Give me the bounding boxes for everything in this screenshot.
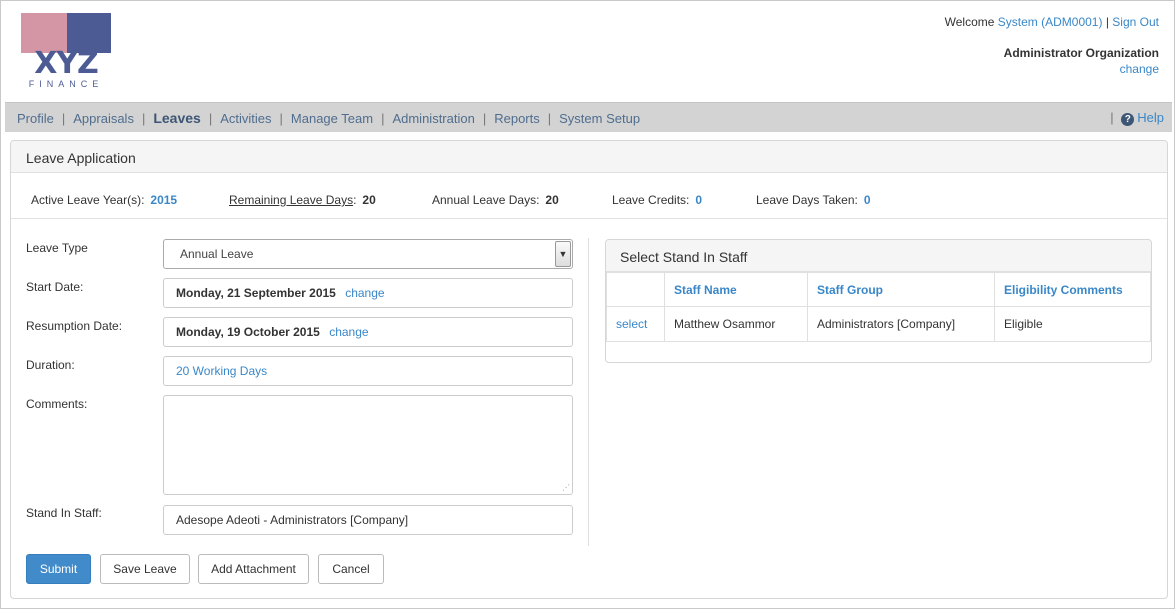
nav-reports[interactable]: Reports <box>494 111 540 126</box>
nav-profile[interactable]: Profile <box>17 111 54 126</box>
leave-stats-bar: Active Leave Year(s): 2015 Remaining Leav… <box>11 173 1167 219</box>
help-link[interactable]: ? Help <box>1121 110 1164 126</box>
start-date-value: Monday, 21 September 2015 <box>176 286 336 300</box>
logo-subtitle: FINANCE <box>28 79 104 89</box>
stat-active-year-value: 2015 <box>150 193 178 207</box>
stand-in-staff-label: Stand In Staff: <box>26 506 102 520</box>
table-header-row: Staff Name Staff Group Eligibility Comme… <box>606 272 1151 307</box>
sign-out-link[interactable]: Sign Out <box>1112 15 1159 29</box>
nav-manage-team[interactable]: Manage Team <box>291 111 373 126</box>
main-navbar: Profile | Appraisals | Leaves | Activities | Man… <box>5 102 1172 132</box>
stat-annual-value: 20 <box>545 193 559 207</box>
user-name-link[interactable]: System (ADM0001) <box>998 15 1103 29</box>
stat-credits-label: Leave Credits: <box>612 193 690 207</box>
nav-administration[interactable]: Administration <box>392 111 474 126</box>
logo-mark: XYZ <box>34 46 99 81</box>
staff-group-cell: Administrators [Company] <box>807 306 995 342</box>
nav-system-setup[interactable]: System Setup <box>559 111 640 126</box>
submit-button[interactable]: Submit <box>26 554 91 584</box>
start-date-field: Monday, 21 September 2015 change <box>163 278 573 308</box>
panel-title: Leave Application <box>11 141 1167 173</box>
staff-name-cell: Matthew Osammor <box>664 306 808 342</box>
help-area: | ? Help <box>1110 110 1164 126</box>
stand-in-staff-panel: Select Stand In Staff Staff Name Staff G… <box>605 239 1152 363</box>
stat-annual: Annual Leave Days: 20 <box>432 193 559 207</box>
select-staff-link[interactable]: select <box>616 317 647 331</box>
nav-activities[interactable]: Activities <box>220 111 271 126</box>
resumption-date-value: Monday, 19 October 2015 <box>176 325 320 339</box>
nav-separator: | <box>61 111 66 126</box>
welcome-text: Welcome <box>944 15 995 29</box>
user-box: Welcome System (ADM0001) | Sign Out Admi… <box>945 14 1159 77</box>
stat-remaining-colon: : <box>353 193 357 207</box>
nav-appraisals[interactable]: Appraisals <box>73 111 134 126</box>
stat-credits-value: 0 <box>695 193 703 207</box>
row-action-cell: select <box>606 306 665 342</box>
stat-taken-label: Leave Days Taken: <box>756 193 858 207</box>
nav-separator: | <box>547 111 552 126</box>
resize-grip-icon[interactable]: ⋰ <box>562 483 570 492</box>
help-separator: | <box>1110 110 1114 125</box>
comments-textarea[interactable] <box>163 395 573 495</box>
stat-taken: Leave Days Taken: 0 <box>756 193 871 207</box>
stat-remaining-label[interactable]: Remaining Leave Days <box>229 193 353 207</box>
stat-active-year: Active Leave Year(s): 2015 <box>31 193 177 207</box>
resumption-date-field: Monday, 19 October 2015 change <box>163 317 573 347</box>
leave-type-value: Annual Leave <box>180 247 254 261</box>
duration-value[interactable]: 20 Working Days <box>176 364 267 378</box>
nav-separator: | <box>381 111 385 126</box>
stand-in-staff-field[interactable]: Adesope Adeoti - Administrators [Company… <box>163 505 573 535</box>
nav-separator: | <box>279 111 283 126</box>
nav-separator: | <box>482 111 487 126</box>
stat-taken-value: 0 <box>863 193 871 207</box>
table-row: select Matthew Osammor Administrators [C… <box>606 306 1151 342</box>
resumption-date-label: Resumption Date: <box>26 319 123 333</box>
stand-in-staff-value: Adesope Adeoti - Administrators [Company… <box>176 513 409 527</box>
leave-type-select[interactable]: Annual Leave ▼ <box>163 239 573 269</box>
stand-in-staff-table: Staff Name Staff Group Eligibility Comme… <box>606 272 1151 342</box>
organization-name: Administrator Organization <box>1003 46 1159 60</box>
column-header-action <box>606 272 665 307</box>
comments-label: Comments: <box>26 397 88 411</box>
column-header-eligibility[interactable]: Eligibility Comments <box>994 272 1151 307</box>
add-attachment-button[interactable]: Add Attachment <box>198 554 309 584</box>
company-logo[interactable]: XYZ FINANCE <box>21 13 111 93</box>
nav-leaves[interactable]: Leaves <box>153 110 200 126</box>
stat-annual-label: Annual Leave Days: <box>432 193 540 207</box>
stat-credits: Leave Credits: 0 <box>612 193 702 207</box>
nav-separator: | <box>208 111 213 126</box>
user-separator: | <box>1105 15 1109 29</box>
duration-field: 20 Working Days <box>163 356 573 386</box>
header: XYZ FINANCE Welcome System (ADM0001) | S… <box>1 1 1174 101</box>
duration-label: Duration: <box>26 358 75 372</box>
stand-in-panel-title: Select Stand In Staff <box>606 240 1151 272</box>
eligibility-cell: Eligible <box>994 306 1151 342</box>
start-date-label: Start Date: <box>26 280 84 294</box>
cancel-button[interactable]: Cancel <box>318 554 384 584</box>
column-header-staff-name[interactable]: Staff Name <box>664 272 808 307</box>
help-label: Help <box>1137 110 1164 125</box>
question-circle-icon: ? <box>1121 113 1135 126</box>
nav-separator: | <box>141 111 146 126</box>
leave-type-label: Leave Type <box>26 241 88 255</box>
stat-remaining-value: 20 <box>362 193 376 207</box>
start-date-change-link[interactable]: change <box>345 286 384 300</box>
change-organization-link[interactable]: change <box>1120 62 1159 76</box>
column-header-staff-group[interactable]: Staff Group <box>807 272 995 307</box>
resumption-date-change-link[interactable]: change <box>329 325 368 339</box>
stat-active-year-label: Active Leave Year(s): <box>31 193 145 207</box>
stat-remaining: Remaining Leave Days: 20 <box>229 193 376 207</box>
save-leave-button[interactable]: Save Leave <box>100 554 190 584</box>
leave-application-panel: Leave Application Active Leave Year(s): 2… <box>10 140 1168 599</box>
column-divider <box>588 238 589 546</box>
chevron-down-icon[interactable]: ▼ <box>555 241 571 267</box>
